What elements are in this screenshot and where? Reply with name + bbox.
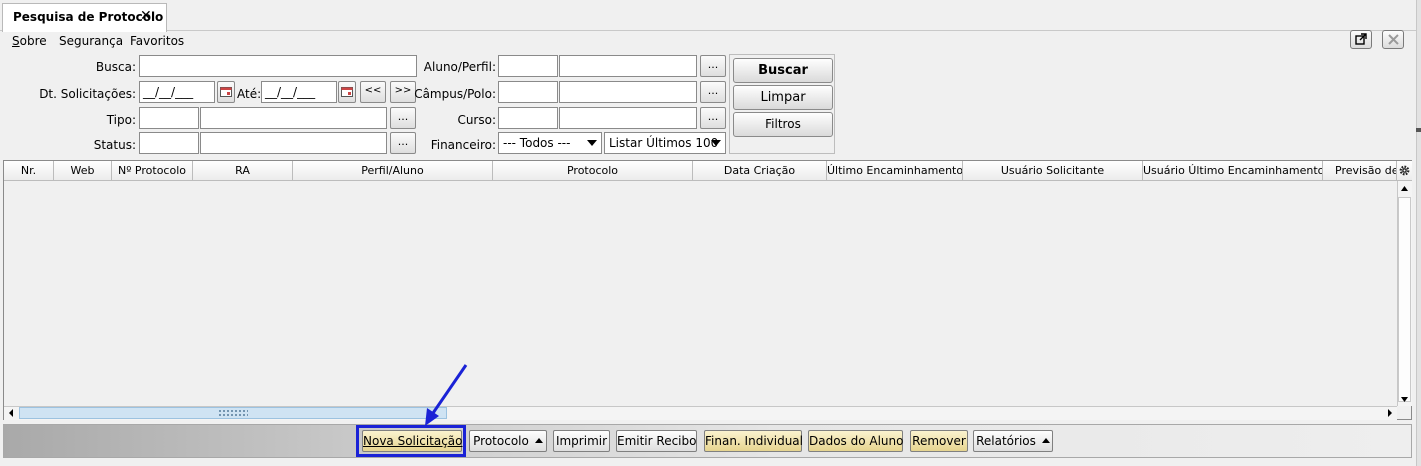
annotation-arrow-icon <box>425 364 468 426</box>
limpar-button[interactable]: Limpar <box>733 85 833 110</box>
tipo-label: Tipo: <box>106 113 136 127</box>
column-header[interactable]: Perfil/Aluno <box>293 161 493 181</box>
chevron-down-icon <box>711 140 721 146</box>
campus-polo-label: Câmpus/Polo: <box>414 87 496 101</box>
aluno-name-input[interactable] <box>559 55 697 77</box>
status-code-input[interactable] <box>139 132 199 154</box>
remover-label: Remover <box>912 434 966 448</box>
tipo-desc-input[interactable] <box>200 107 387 129</box>
campus-name-input[interactable] <box>559 81 697 103</box>
filtros-button[interactable]: Filtros <box>733 112 833 137</box>
protocolo-menu-button[interactable]: Protocolo <box>469 430 547 452</box>
date-to-picker-button[interactable] <box>338 81 356 103</box>
scroll-left-arrow-icon[interactable] <box>5 407 18 419</box>
relatorios-menu-button[interactable]: Relatórios <box>973 430 1053 452</box>
financeiro-label: Financeiro: <box>430 138 496 152</box>
column-header[interactable]: Usuário Solicitante <box>963 161 1143 181</box>
calendar-icon <box>220 87 232 97</box>
emitir-recibo-button[interactable]: Emitir Recibo <box>616 430 697 452</box>
close-x-icon <box>1387 34 1399 45</box>
tipo-code-input[interactable] <box>139 107 199 129</box>
column-header[interactable]: Previsão de E <box>1323 161 1397 181</box>
menu-sobre-mnemonic: S <box>12 34 20 48</box>
menu-bar <box>0 31 1416 52</box>
dados-aluno-label: Dados do Aluno <box>809 434 904 448</box>
campus-lookup-button[interactable]: ... <box>700 81 726 103</box>
chevron-up-icon <box>534 438 543 443</box>
date-prev-button[interactable]: << <box>360 81 386 103</box>
chevron-down-icon <box>587 140 597 146</box>
grip-icon <box>218 409 248 417</box>
chevron-up-icon <box>1041 438 1050 443</box>
listar-select-value: Listar Últimos 100 <box>609 136 719 150</box>
results-grid[interactable] <box>3 160 1412 420</box>
campus-code-input[interactable] <box>498 81 558 103</box>
popout-window-button[interactable] <box>1350 30 1372 49</box>
busca-label: Busca: <box>95 60 136 74</box>
finan-individual-label: Finan. Individual <box>705 434 803 448</box>
status-desc-input[interactable] <box>200 132 387 154</box>
scroll-right-arrow-icon[interactable] <box>1383 407 1396 419</box>
emitir-recibo-label: Emitir Recibo <box>617 434 697 448</box>
curso-code-input[interactable] <box>498 107 558 129</box>
imprimir-button[interactable]: Imprimir <box>553 430 610 452</box>
calendar-icon <box>341 87 353 97</box>
column-header[interactable]: Usuário Último Encaminhamento <box>1143 161 1323 181</box>
dt-solicitacoes-label: Dt. Solicitações: <box>39 87 136 101</box>
menu-favoritos[interactable]: Favoritos <box>130 34 184 48</box>
status-label: Status: <box>93 138 136 152</box>
menu-seguranca[interactable]: Segurança <box>59 34 123 48</box>
column-header[interactable]: Último Encaminhamento <box>827 161 963 181</box>
financeiro-select[interactable]: --- Todos --- <box>498 132 602 154</box>
busca-input[interactable] <box>139 55 417 77</box>
curso-lookup-button[interactable]: ... <box>700 107 726 129</box>
column-header[interactable]: RA <box>193 161 293 181</box>
aluno-perfil-label: Aluno/Perfil: <box>423 60 496 74</box>
date-to-input[interactable]: __/__/___ <box>261 81 337 103</box>
menu-sobre[interactable]: Sobre <box>12 34 47 48</box>
close-window-button[interactable] <box>1382 30 1404 49</box>
listar-select[interactable]: Listar Últimos 100 <box>604 132 726 154</box>
right-edge-bar <box>1416 0 1421 466</box>
scroll-up-arrow-icon[interactable] <box>1398 182 1411 195</box>
dados-aluno-button[interactable]: Dados do Aluno <box>808 430 904 452</box>
imprimir-label: Imprimir <box>555 434 608 448</box>
finan-individual-button[interactable]: Finan. Individual <box>704 430 803 452</box>
close-icon[interactable]: ✕ <box>140 8 152 24</box>
buscar-button[interactable]: Buscar <box>733 58 833 83</box>
tab-pesquisa-protocolo[interactable]: Pesquisa de Protocolo ✕ <box>2 3 167 32</box>
column-header[interactable]: Web <box>54 161 112 181</box>
date-from-input[interactable]: __/__/___ <box>139 81 215 103</box>
ate-label: Até: <box>237 87 262 101</box>
aluno-code-input[interactable] <box>498 55 558 77</box>
scroll-down-arrow-icon[interactable] <box>1398 393 1411 406</box>
column-header[interactable]: Nº Protocolo <box>112 161 193 181</box>
date-from-picker-button[interactable] <box>217 81 235 103</box>
right-edge-mark <box>1416 128 1421 132</box>
protocolo-label: Protocolo <box>473 434 529 448</box>
vertical-scroll-thumb[interactable] <box>1398 197 1411 402</box>
aluno-lookup-button[interactable]: ... <box>700 55 726 77</box>
tab-strip <box>0 0 1421 31</box>
menu-sobre-rest: obre <box>19 34 47 48</box>
external-link-icon <box>1355 33 1367 45</box>
financeiro-select-value: --- Todos --- <box>503 136 571 150</box>
curso-label: Curso: <box>457 113 496 127</box>
curso-name-input[interactable] <box>559 107 697 129</box>
relatorios-label: Relatórios <box>976 434 1036 448</box>
column-header[interactable]: Nr. <box>4 161 54 181</box>
column-header[interactable]: Protocolo <box>493 161 693 181</box>
remover-button[interactable]: Remover <box>910 430 968 452</box>
column-header[interactable]: Data Criação <box>693 161 827 181</box>
gear-icon <box>1399 165 1410 176</box>
column-settings-button[interactable] <box>1397 161 1412 181</box>
